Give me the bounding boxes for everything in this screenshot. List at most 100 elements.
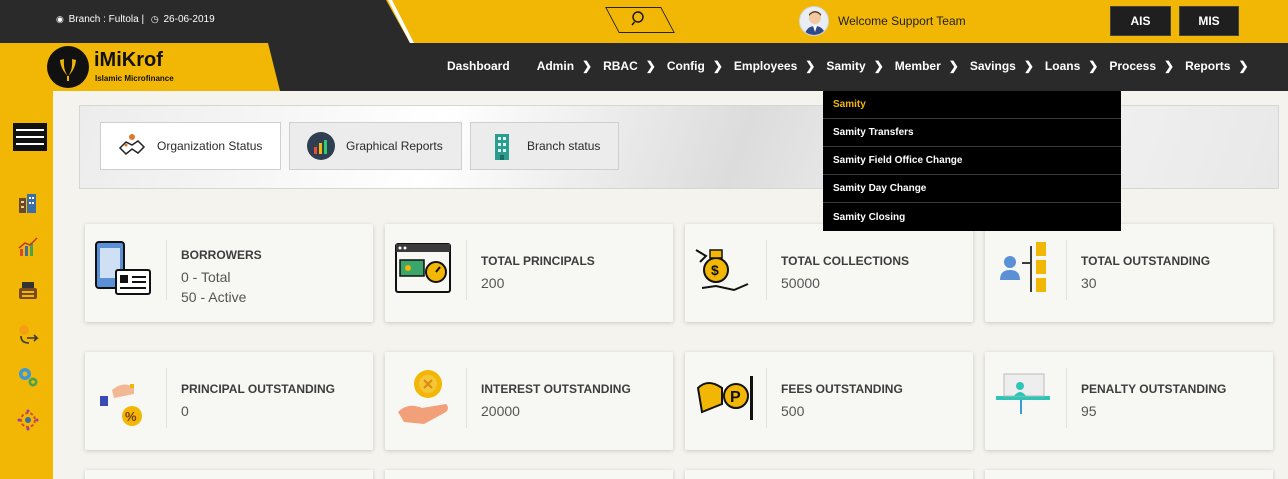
card-title: PENALTY OUTSTANDING (1081, 382, 1227, 396)
card-value-active: 50 - Active (181, 289, 247, 305)
card-borrowers[interactable]: BORROWERS 0 - Total 50 - Active (85, 224, 373, 322)
nav-label: Member (894, 59, 941, 73)
tab-graphical-reports[interactable]: Graphical Reports (289, 122, 462, 170)
dropdown-item-samity-transfers[interactable]: Samity Transfers (823, 119, 1121, 147)
branch-label: Branch : Fultola | (68, 14, 145, 25)
card-principal-outstanding[interactable]: % PRINCIPAL OUTSTANDING 0 (85, 352, 373, 450)
clock-icon: ◷ (150, 14, 159, 24)
card-fees-outstanding[interactable]: P FEES OUTSTANDING 500 (685, 352, 973, 450)
cash-register-icon[interactable] (17, 279, 39, 301)
card-interest-outstanding[interactable]: INTEREST OUTSTANDING 20000 (385, 352, 673, 450)
hierarchy-people-icon (1000, 242, 1046, 292)
nav-label: Reports (1185, 59, 1231, 73)
nav-item-employees[interactable]: Employees ❯ (734, 59, 815, 73)
chevron-right-icon: ❯ (1023, 59, 1034, 73)
card-title: TOTAL COLLECTIONS (781, 254, 909, 268)
user-avatar[interactable] (799, 6, 829, 36)
chart-growth-icon[interactable] (17, 236, 39, 258)
card-divider (766, 240, 767, 300)
card-partial (85, 470, 373, 479)
svg-text:$: $ (711, 262, 719, 278)
chevron-right-icon: ❯ (1164, 59, 1175, 73)
welcome-message: Welcome Support Team (838, 14, 966, 28)
tab-branch-status[interactable]: Branch status (470, 122, 619, 170)
nav-label: Savings (969, 59, 1016, 73)
card-value: 200 (481, 275, 505, 291)
card-divider (1066, 368, 1067, 428)
card-title: BORROWERS (181, 248, 262, 262)
nav-label: Employees (733, 59, 798, 73)
current-date: 26-06-2019 (163, 14, 215, 25)
tab-organization-status[interactable]: Organization Status (100, 122, 281, 170)
nav-item-rbac[interactable]: RBAC ❯ (603, 59, 656, 73)
percent-hand-icon: % (100, 384, 142, 426)
tab-label: Graphical Reports (346, 139, 443, 153)
building-icon[interactable] (17, 192, 39, 214)
samity-dropdown-menu: Samity Samity Transfers Samity Field Off… (823, 91, 1121, 231)
gears-icon[interactable] (17, 366, 39, 388)
nav-item-dashboard[interactable]: Dashboard (447, 59, 510, 73)
card-title: PRINCIPAL OUTSTANDING (181, 382, 336, 396)
nav-item-admin[interactable]: Admin ❯ (537, 59, 592, 73)
menu-toggle-icon[interactable] (13, 123, 47, 151)
nav-label: Samity (826, 59, 866, 73)
dropdown-item-samity[interactable]: Samity (823, 91, 1121, 119)
office-building-icon (495, 134, 509, 160)
money-bag-hand-icon: $ (695, 249, 749, 292)
card-value: 500 (781, 403, 805, 419)
brand-tagline: Islamic Microfinance (95, 74, 174, 83)
chevron-right-icon: ❯ (1238, 59, 1249, 73)
logo-icon[interactable] (47, 46, 89, 88)
presentation-board-icon (996, 373, 1050, 414)
nav-item-config[interactable]: Config ❯ (667, 59, 723, 73)
nav-item-loans[interactable]: Loans ❯ (1045, 59, 1098, 73)
id-card-phone-icon (95, 241, 151, 295)
nav-label: RBAC (603, 59, 638, 73)
dropdown-item-field-office-change[interactable]: Samity Field Office Change (823, 147, 1121, 175)
chevron-right-icon: ❯ (873, 59, 884, 73)
card-divider (166, 368, 167, 428)
nav-label: Admin (536, 59, 575, 73)
svg-text:%: % (125, 409, 137, 424)
card-total-collections[interactable]: $ TOTAL COLLECTIONS 50000 (685, 224, 973, 322)
card-value: 95 (1081, 403, 1097, 419)
search-icon[interactable] (631, 10, 647, 26)
ais-button[interactable]: AIS (1110, 6, 1171, 36)
card-value: 20000 (481, 403, 520, 419)
mis-button[interactable]: MIS (1179, 6, 1239, 36)
card-divider (466, 240, 467, 300)
nav-item-savings[interactable]: Savings ❯ (970, 59, 1034, 73)
nav-label: Dashboard (447, 59, 510, 73)
card-divider (466, 368, 467, 428)
nav-item-member[interactable]: Member ❯ (895, 59, 959, 73)
nav-label: Config (666, 59, 705, 73)
chevron-right-icon: ❯ (948, 59, 959, 73)
card-total-outstanding[interactable]: TOTAL OUTSTANDING 30 (985, 224, 1273, 322)
card-penalty-outstanding[interactable]: PENALTY OUTSTANDING 95 (985, 352, 1273, 450)
svg-text:P: P (730, 389, 741, 406)
exchange-icon[interactable] (17, 323, 39, 345)
browser-stopwatch-icon (395, 243, 451, 293)
nav-item-process[interactable]: Process ❯ (1109, 59, 1174, 73)
globe-icon: ◉ (56, 14, 64, 24)
chevron-right-icon: ❯ (645, 59, 656, 73)
card-partial (685, 470, 973, 479)
chevron-right-icon: ❯ (582, 59, 593, 73)
tab-label: Branch status (527, 139, 601, 153)
card-title: TOTAL OUTSTANDING (1081, 254, 1211, 268)
nav-item-reports[interactable]: Reports ❯ (1185, 59, 1248, 73)
card-title: INTEREST OUTSTANDING (481, 382, 631, 396)
nav-label: Process (1109, 59, 1157, 73)
nav-menu: Dashboard Admin ❯ RBAC ❯ Config ❯ Employees… (447, 59, 1249, 73)
card-partial (385, 470, 673, 479)
brand-name[interactable]: iMiKrof (94, 49, 163, 72)
card-title: FEES OUTSTANDING (781, 382, 903, 396)
dropdown-item-samity-day-change[interactable]: Samity Day Change (823, 175, 1121, 203)
card-partial (985, 470, 1273, 479)
dropdown-item-samity-closing[interactable]: Samity Closing (823, 203, 1121, 231)
card-total-principals[interactable]: TOTAL PRINCIPALS 200 (385, 224, 673, 322)
network-settings-icon[interactable] (17, 409, 39, 431)
nav-item-samity[interactable]: Samity ❯ (826, 59, 883, 73)
nav-label: Loans (1044, 59, 1081, 73)
card-value-total: 0 - Total (181, 269, 231, 285)
